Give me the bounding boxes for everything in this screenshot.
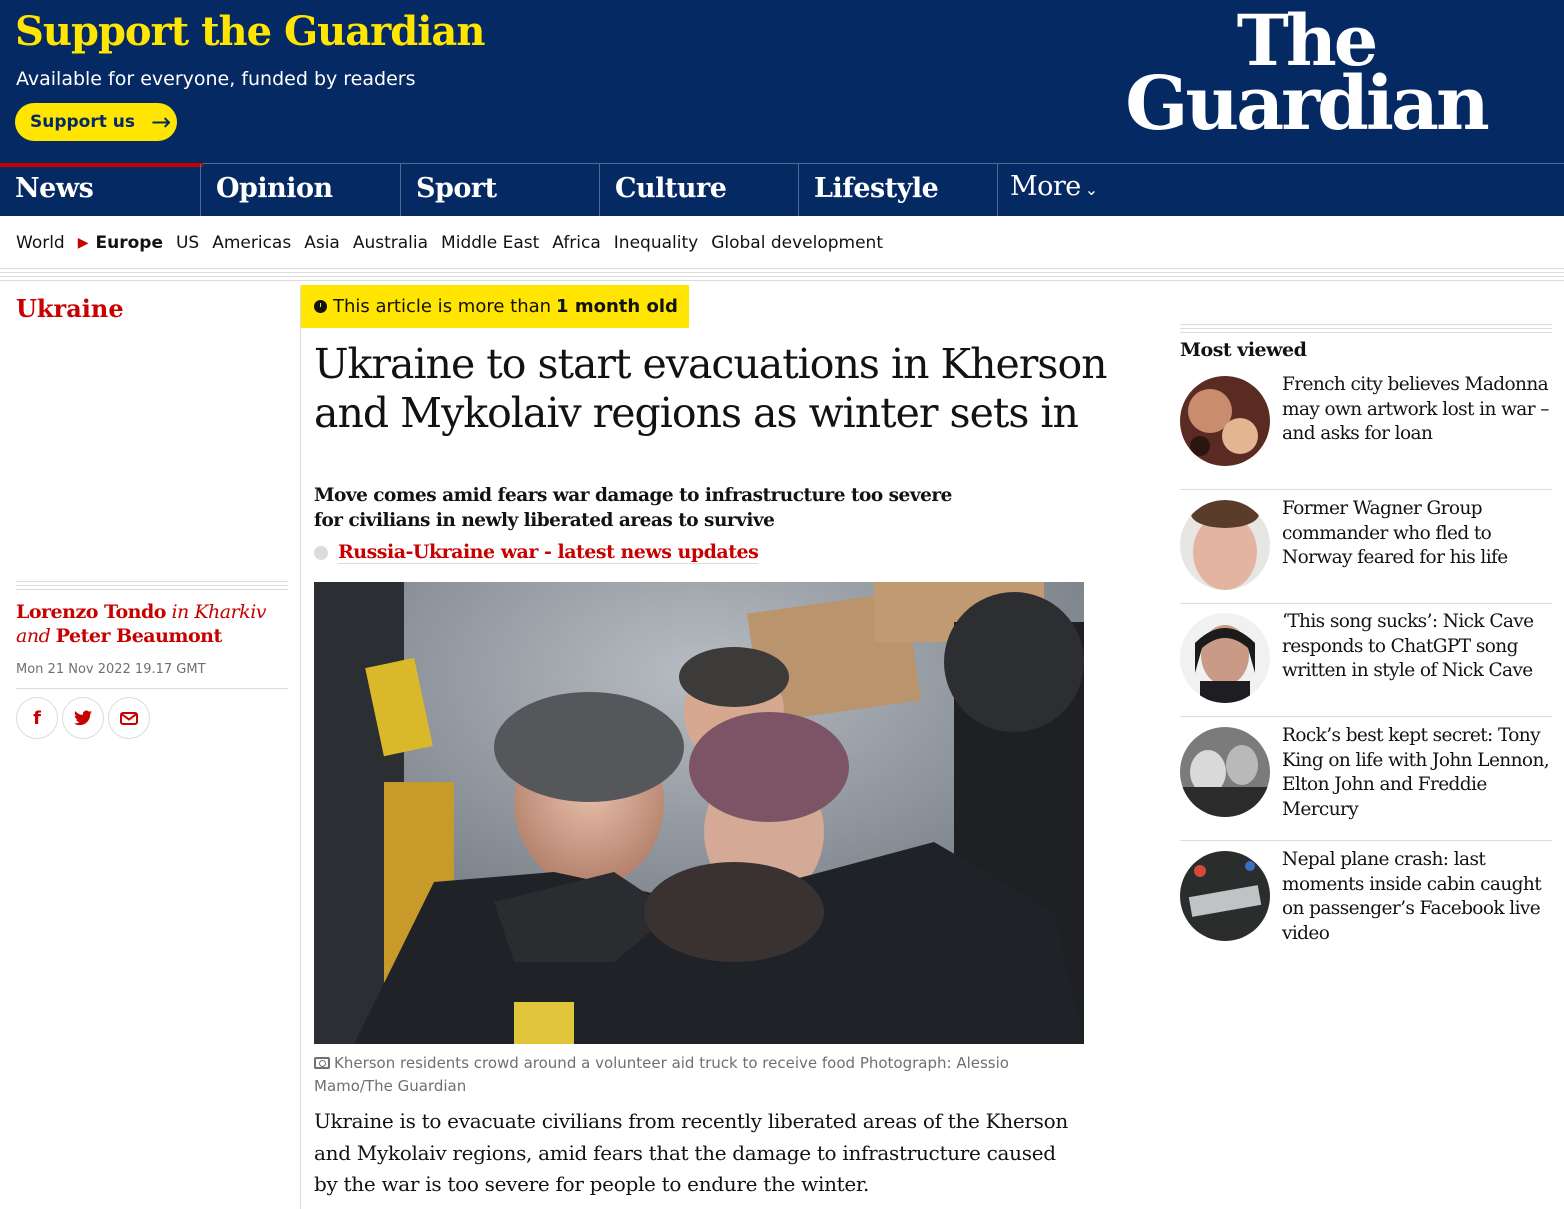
most-viewed-headline: Former Wagner Group commander who fled t… [1282,498,1508,568]
subnav-americas[interactable]: Americas [212,233,291,253]
most-viewed-divider [1180,489,1552,490]
live-updates-link[interactable]: Russia-Ukraine war - latest news updates [314,541,759,564]
author-location: in Kharkiv [171,601,267,623]
thumbnail-art [1180,613,1270,703]
most-viewed-headline: ‘This song sucks’: Nick Cave responds to… [1282,611,1534,681]
author-peter-beaumont[interactable]: Peter Beaumont [56,625,223,647]
sub-navigation: World ▶ Europe US Americas Asia Australi… [0,216,1564,270]
age-value: 1 month old [556,296,678,317]
thumbnail-art [1180,376,1270,466]
nav-culture[interactable]: Culture [599,164,798,216]
subnav-africa[interactable]: Africa [552,233,601,253]
article-headline: Ukraine to start evacuations in Kherson … [314,340,1108,437]
author-lorenzo-tondo[interactable]: Lorenzo Tondo [16,601,166,623]
support-us-button[interactable]: Support us → [15,103,177,141]
byline-and: and [16,625,51,647]
subnav-asia[interactable]: Asia [304,233,340,253]
nav-opinion[interactable]: Opinion [200,164,400,216]
nav-more-label: More [1010,171,1081,202]
most-viewed-headline: Rock’s best kept secret: Tony King on li… [1282,725,1550,820]
clock-icon [314,300,327,313]
caption-text: Kherson residents crowd around a volunte… [314,1054,1009,1095]
most-viewed-divider [1180,603,1552,604]
subnav-rule [0,272,1564,273]
article-age-badge: This article is more than 1 month old [301,285,689,328]
facebook-icon: f [33,707,41,729]
logo-line-2: Guardian [1125,60,1490,147]
article-body-paragraph: Ukraine is to evacuate civilians from re… [314,1109,1068,1196]
guardian-logo[interactable]: The Guardian [1116,6,1496,147]
thumbnail-image [1180,851,1270,941]
photo-caption: Kherson residents crowd around a volunte… [314,1052,1054,1098]
byline-rules [16,581,288,593]
share-twitter-button[interactable] [62,697,104,739]
nav-sport[interactable]: Sport [400,164,599,216]
thumbnail-art [1180,851,1270,941]
arrow-right-icon: → [151,108,172,136]
live-link-label: Russia-Ukraine war - latest news updates [338,541,759,564]
twitter-icon [74,710,92,726]
live-dot-icon [314,545,328,560]
column-divider [300,286,301,1209]
subnav-australia[interactable]: Australia [353,233,428,253]
most-viewed-divider [1180,840,1552,841]
support-button-label: Support us [30,112,136,132]
thumbnail-art [1180,727,1270,817]
dateline: Mon 21 Nov 2022 19.17 GMT [16,662,206,677]
byline: Lorenzo Tondo in Kharkiv and Peter Beaum… [16,600,288,648]
subnav-rule [0,276,1564,277]
thumbnail-image [1180,500,1270,590]
subnav-europe[interactable]: Europe [96,233,163,253]
photo-illustration [314,582,1084,1044]
support-title: Support the Guardian [15,8,485,55]
support-subtitle: Available for everyone, funded by reader… [16,68,416,90]
subnav-rule [0,268,1564,269]
subnav-rule [0,280,1564,281]
most-viewed-item[interactable]: ‘This song sucks’: Nick Cave responds to… [1180,611,1552,703]
most-viewed-item[interactable]: Nepal plane crash: last moments inside c… [1180,849,1552,944]
subnav-world[interactable]: World [16,233,65,253]
most-viewed-divider [1180,716,1552,717]
thumbnail-image [1180,376,1270,466]
subnav-inequality[interactable]: Inequality [614,233,698,253]
thumbnail-image [1180,727,1270,817]
most-viewed-title: Most viewed [1180,339,1307,361]
subnav-global-development[interactable]: Global development [711,233,883,253]
nav-lifestyle[interactable]: Lifestyle [798,164,997,216]
nav-news[interactable]: News [0,163,203,216]
share-email-button[interactable] [108,697,150,739]
triangle-right-icon: ▶ [77,235,89,251]
email-icon [120,711,138,725]
nav-more[interactable]: More ⌄ [997,164,1137,216]
article-main-photo[interactable] [314,582,1084,1044]
article-standfirst: Move comes amid fears war damage to infr… [314,485,952,531]
most-viewed-item[interactable]: Former Wagner Group commander who fled t… [1180,498,1552,590]
subnav-middle-east[interactable]: Middle East [441,233,539,253]
site-header: Support the Guardian Available for every… [0,0,1564,216]
age-prefix: This article is more than [333,296,552,317]
most-viewed-headline: Nepal plane crash: last moments inside c… [1282,849,1542,944]
thumbnail-image [1180,613,1270,703]
most-viewed-headline: French city believes Madonna may own art… [1282,374,1550,444]
most-viewed-item[interactable]: Rock’s best kept secret: Tony King on li… [1180,725,1552,820]
date-rule [16,688,288,689]
most-viewed-rules [1180,324,1552,336]
camera-icon [314,1057,330,1069]
thumbnail-art [1180,500,1270,590]
subnav-us[interactable]: US [176,233,199,253]
share-facebook-button[interactable]: f [16,697,58,739]
section-kicker[interactable]: Ukraine [16,294,124,323]
most-viewed-item[interactable]: French city believes Madonna may own art… [1180,374,1552,476]
chevron-down-icon: ⌄ [1084,180,1098,199]
